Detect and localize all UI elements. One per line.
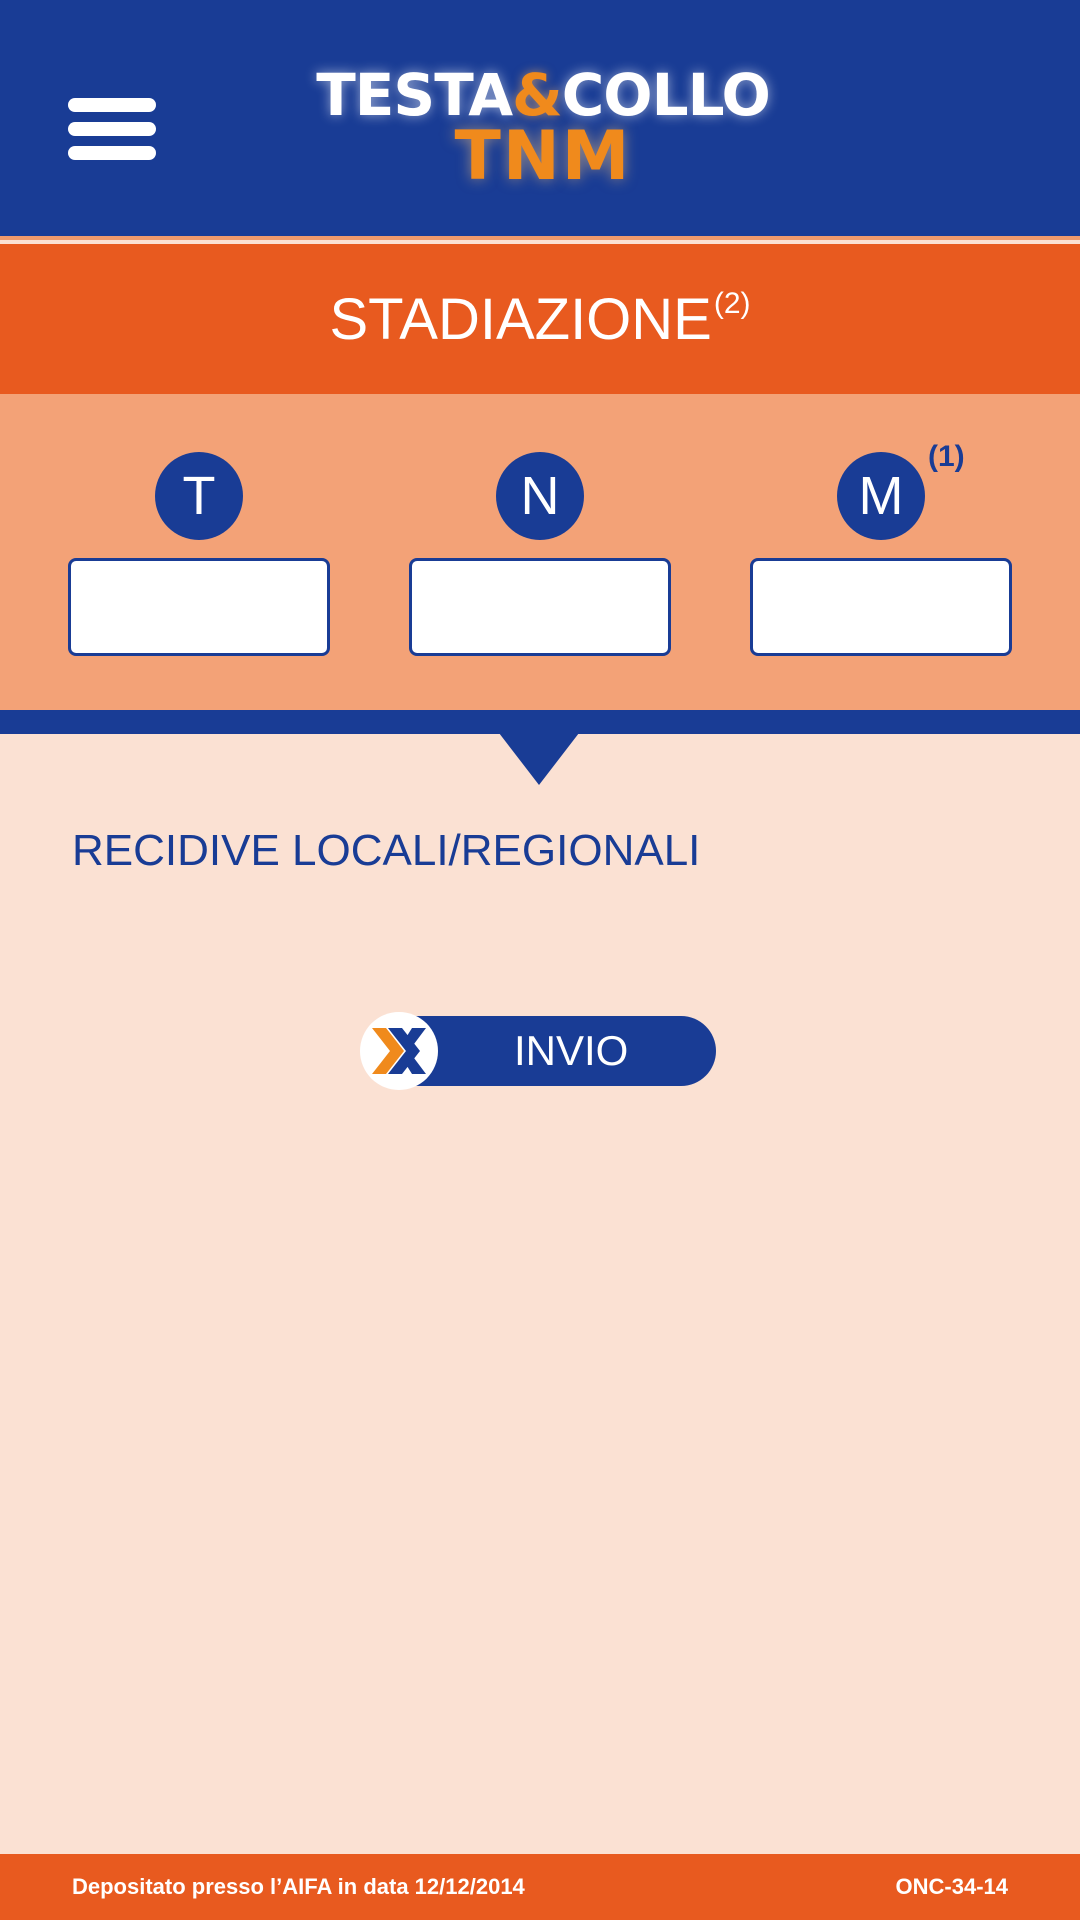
n-input[interactable] xyxy=(409,558,671,656)
n-badge: N xyxy=(496,452,584,540)
send-button-label: INVIO xyxy=(514,1027,629,1074)
footer-code: ONC-34-14 xyxy=(895,1874,1008,1899)
hamburger-menu-icon[interactable] xyxy=(68,98,156,160)
menu-bar xyxy=(68,122,156,136)
send-button[interactable]: INVIO xyxy=(360,1012,716,1090)
section-divider xyxy=(0,710,1080,734)
page-title-text: STADIAZIONE xyxy=(329,286,712,352)
t-badge: T xyxy=(155,452,243,540)
tnm-input-band: T N M (1) xyxy=(0,394,1080,710)
tnm-column-m: M (1) xyxy=(750,394,1012,710)
tnm-column-n: N xyxy=(409,394,671,710)
menu-bar xyxy=(68,98,156,112)
logo-line-2: TNM xyxy=(454,117,632,196)
m-footnote: (1) xyxy=(928,440,965,473)
x-arrows-icon xyxy=(360,1012,438,1090)
footer: Depositato presso l’AIFA in data 12/12/2… xyxy=(0,1854,1080,1920)
page-title: STADIAZIONE(2) xyxy=(329,286,750,353)
t-input[interactable] xyxy=(68,558,330,656)
tnm-column-t: T xyxy=(68,394,330,710)
pointer-down-icon xyxy=(499,733,579,785)
x-arrows-icon-graphic xyxy=(372,1028,426,1074)
page-title-footnote: (2) xyxy=(713,286,751,320)
title-band: STADIAZIONE(2) xyxy=(0,244,1080,394)
app-logo: TESTA&COLLO TNM xyxy=(258,62,828,212)
menu-bar xyxy=(68,146,156,160)
section-heading: RECIDIVE LOCALI/REGIONALI xyxy=(72,826,701,875)
m-badge: M xyxy=(837,452,925,540)
m-input[interactable] xyxy=(750,558,1012,656)
app-header: TESTA&COLLO TNM xyxy=(0,0,1080,240)
footer-deposit-text: Depositato presso l’AIFA in data 12/12/2… xyxy=(72,1874,525,1899)
